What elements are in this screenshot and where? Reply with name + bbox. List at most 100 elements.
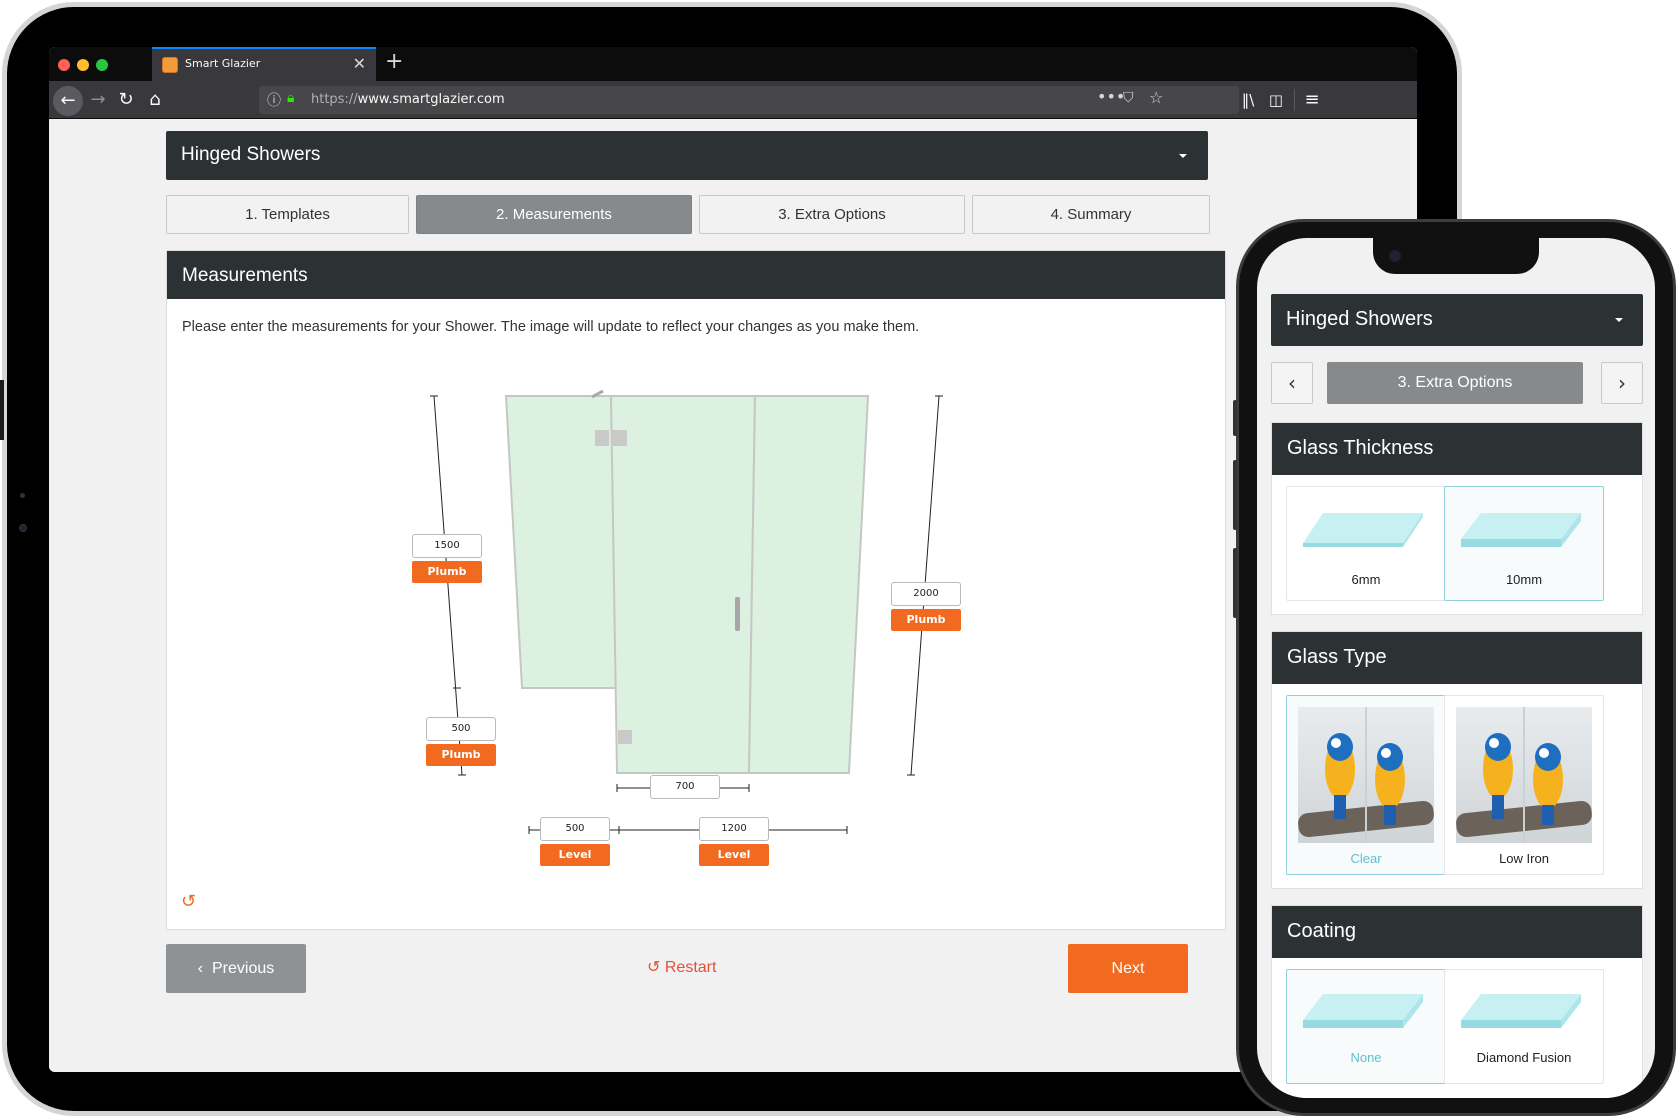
hinge-bottom	[618, 730, 632, 744]
door-handle	[735, 597, 740, 631]
thickness-option-6mm[interactable]: 6mm	[1286, 486, 1446, 601]
tablet-camera	[19, 524, 27, 532]
info-icon[interactable]: ⓘ	[267, 90, 281, 110]
glass-type-option-label: Clear	[1350, 851, 1382, 866]
toolbar-divider	[1294, 89, 1295, 111]
phone-volume-down	[1233, 548, 1237, 618]
maximize-window-button[interactable]	[96, 59, 108, 71]
thickness-option-label: 10mm	[1505, 572, 1543, 587]
bookmark-star-icon[interactable]: ☆	[1149, 88, 1163, 107]
floor-left-measure-input[interactable]: 500	[540, 817, 610, 841]
tablet-screen: Smart Glazier ✕ + ← → ↻ ⌂ ⓘ 🔒︎ https://w…	[49, 47, 1417, 1072]
favicon-icon	[162, 57, 178, 73]
glass-thickness-panel: Glass Thickness 6mm 10mm	[1271, 422, 1643, 615]
phone-volume-up	[1233, 460, 1237, 530]
glass-type-title: Glass Type	[1287, 646, 1387, 668]
right-measure-input[interactable]: 2000	[891, 582, 961, 606]
left-top-plumb-button[interactable]: Plumb	[412, 561, 482, 583]
glass-thickness-header: Glass Thickness	[1272, 423, 1642, 475]
forward-icon[interactable]: →	[85, 87, 111, 113]
coating-option-diamond-fusion[interactable]: Diamond Fusion	[1444, 969, 1604, 1084]
reset-drawing-icon[interactable]: ↺	[181, 891, 196, 912]
product-select-label: Hinged Showers	[181, 144, 321, 165]
address-bar[interactable]: ⓘ 🔒︎ https://www.smartglazier.com ••• ⛉ …	[259, 86, 1239, 114]
glass-type-option-low-iron[interactable]: Low Iron	[1444, 695, 1604, 875]
chevron-left-icon: ‹	[1288, 371, 1296, 395]
web-page: Hinged Showers 1. Templates 2. Measureme…	[49, 119, 1417, 1072]
tablet-side-button	[0, 380, 4, 440]
home-icon[interactable]: ⌂	[142, 87, 168, 113]
restart-label: Restart	[664, 959, 717, 976]
chevron-right-icon: ›	[1618, 371, 1626, 395]
previous-button[interactable]: ‹ Previous	[166, 944, 306, 993]
hinge-top-right	[611, 430, 627, 446]
hinge-top-left	[595, 430, 609, 446]
coating-panel: Coating None Diamond Fusion	[1271, 905, 1643, 1098]
browser-tab[interactable]: Smart Glazier ✕	[152, 47, 376, 81]
parrots-image	[1298, 707, 1434, 843]
tab-extra-options[interactable]: 3. Extra Options	[699, 195, 965, 234]
sidebar-icon[interactable]: ◫	[1263, 87, 1289, 113]
door-glass-panel	[609, 395, 757, 774]
coating-option-label: None	[1350, 1050, 1382, 1065]
chevron-down-icon	[1615, 318, 1623, 322]
parrots-image	[1456, 707, 1592, 843]
glass-pane-icon	[1461, 513, 1581, 547]
back-icon[interactable]: ←	[53, 86, 83, 116]
browser-navbar: ← → ↻ ⌂ ⓘ 🔒︎ https://www.smartglazier.co…	[49, 81, 1417, 119]
coating-title: Coating	[1287, 920, 1356, 942]
glass-type-panel: Glass Type Clear Low Iron	[1271, 631, 1643, 889]
product-select[interactable]: Hinged Showers	[166, 131, 1208, 180]
tab-title: Smart Glazier	[185, 57, 261, 70]
floor-left-level-button[interactable]: Level	[540, 844, 610, 866]
glass-pane-icon	[1303, 994, 1423, 1028]
glass-type-option-clear[interactable]: Clear	[1286, 695, 1446, 875]
lock-icon: 🔒︎	[287, 90, 295, 106]
library-icon[interactable]: ‖\	[1235, 87, 1261, 113]
coating-header: Coating	[1272, 906, 1642, 958]
tab-templates[interactable]: 1. Templates	[166, 195, 409, 234]
thickness-option-label: 6mm	[1351, 572, 1381, 587]
url-text: https://www.smartglazier.com	[311, 92, 505, 107]
previous-step-arrow[interactable]: ‹	[1271, 362, 1313, 404]
menu-icon[interactable]: ≡	[1299, 87, 1325, 113]
glass-pane-icon	[1461, 994, 1581, 1028]
coating-option-label: Diamond Fusion	[1476, 1050, 1572, 1065]
left-top-measure-input[interactable]: 1500	[412, 534, 482, 558]
chevron-left-icon: ‹	[197, 960, 212, 977]
glass-type-option-label: Low Iron	[1499, 851, 1549, 866]
shower-diagram	[430, 389, 943, 834]
tab-summary[interactable]: 4. Summary	[972, 195, 1210, 234]
close-window-button[interactable]	[58, 59, 70, 71]
floor-right-level-button[interactable]: Level	[699, 844, 769, 866]
restart-icon: ↺	[647, 959, 665, 976]
minimize-window-button[interactable]	[77, 59, 89, 71]
mobile-product-select-label: Hinged Showers	[1286, 308, 1433, 330]
glass-thickness-title: Glass Thickness	[1287, 437, 1434, 459]
next-button[interactable]: Next	[1068, 944, 1188, 993]
mobile-current-step[interactable]: 3. Extra Options	[1327, 362, 1583, 404]
new-tab-icon[interactable]: +	[385, 49, 403, 74]
glass-pane-icon	[1303, 513, 1423, 547]
pocket-icon[interactable]: ⛉	[1123, 90, 1134, 106]
phone-screen: Hinged Showers ‹ 3. Extra Options › Glas…	[1257, 238, 1655, 1098]
measurements-panel: Measurements Please enter the measuremen…	[166, 250, 1226, 930]
browser-tab-strip: Smart Glazier ✕ +	[49, 47, 1417, 81]
floor-right-measure-input[interactable]: 1200	[699, 817, 769, 841]
right-plumb-button[interactable]: Plumb	[891, 609, 961, 631]
left-bottom-plumb-button[interactable]: Plumb	[426, 744, 496, 766]
reload-icon[interactable]: ↻	[113, 87, 139, 113]
next-step-arrow[interactable]: ›	[1601, 362, 1643, 404]
phone-side-button	[1233, 400, 1237, 436]
more-icon[interactable]: •••	[1097, 87, 1125, 106]
coating-option-none[interactable]: None	[1286, 969, 1446, 1084]
restart-button[interactable]: ↺ Restart	[647, 957, 716, 977]
door-width-input[interactable]: 700	[650, 775, 720, 799]
close-tab-icon[interactable]: ✕	[353, 54, 366, 73]
previous-label: Previous	[211, 960, 275, 977]
tab-measurements[interactable]: 2. Measurements	[416, 195, 692, 234]
thickness-option-10mm[interactable]: 10mm	[1444, 486, 1604, 601]
mobile-product-select[interactable]: Hinged Showers	[1271, 294, 1643, 346]
left-bottom-measure-input[interactable]: 500	[426, 717, 496, 741]
chevron-down-icon	[1179, 154, 1187, 158]
